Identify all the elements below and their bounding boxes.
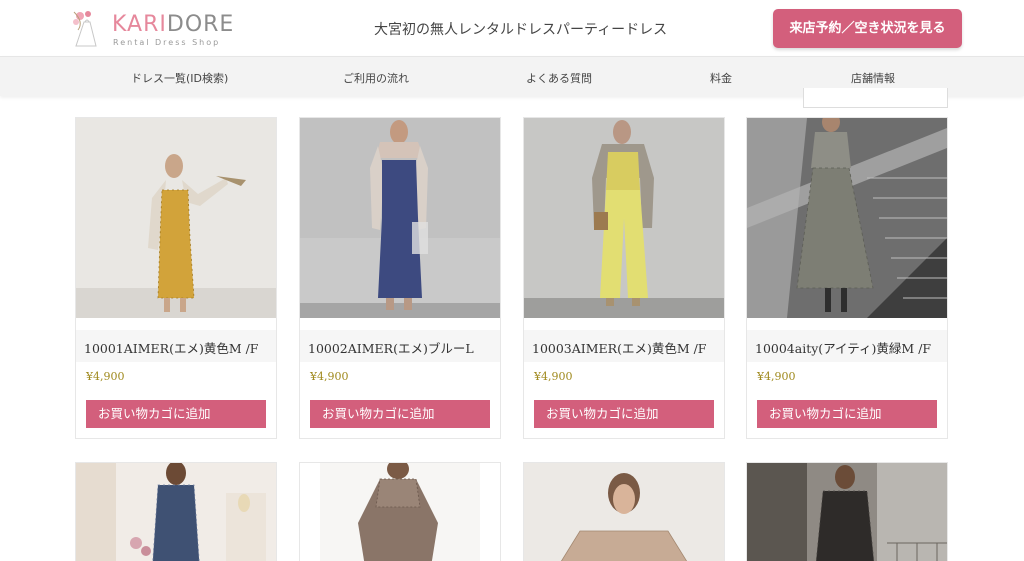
product-card: 10004aity(アイティ)黄緑M /F ¥4,900 お買い物カゴに追加 xyxy=(746,117,948,439)
product-name-bar: 10003AIMER(エメ)黄色M /F xyxy=(524,330,724,362)
product-name[interactable]: 10003AIMER(エメ)黄色M /F xyxy=(532,338,706,357)
product-card: 10002AIMER(エメ)ブルーL ¥4,900 お買い物カゴに追加 xyxy=(299,117,501,439)
nav-item-faq[interactable]: よくある質問 xyxy=(526,70,592,86)
nav-item-flow[interactable]: ご利用の流れ xyxy=(343,70,409,86)
product-name-bar: 10004aity(アイティ)黄緑M /F xyxy=(747,330,947,362)
product-card: 10003AIMER(エメ)黄色M /F ¥4,900 お買い物カゴに追加 xyxy=(523,117,725,439)
add-to-cart-button[interactable]: お買い物カゴに追加 xyxy=(86,400,266,428)
product-price: ¥4,900 xyxy=(534,370,573,383)
add-to-cart-button[interactable]: お買い物カゴに追加 xyxy=(534,400,714,428)
product-image[interactable] xyxy=(76,118,276,318)
product-name[interactable]: 10004aity(アイティ)黄緑M /F xyxy=(755,338,931,357)
product-image[interactable] xyxy=(747,463,947,561)
product-image[interactable] xyxy=(524,118,724,318)
nav-item-dress-list[interactable]: ドレス一覧(ID検索) xyxy=(131,70,228,86)
add-to-cart-button[interactable]: お買い物カゴに追加 xyxy=(310,400,490,428)
logo-wordmark: KARIDORE xyxy=(112,12,235,37)
product-image[interactable] xyxy=(76,463,276,561)
product-price: ¥4,900 xyxy=(86,370,125,383)
site-tagline: 大宮初の無人レンタルドレスパーティードレス xyxy=(374,22,668,38)
product-name[interactable]: 10002AIMER(エメ)ブルーL xyxy=(308,338,474,357)
product-card xyxy=(299,462,501,561)
shop-logo[interactable]: KARIDORE Rental Dress Shop xyxy=(66,8,236,50)
product-price: ¥4,900 xyxy=(757,370,796,383)
site-header: KARIDORE Rental Dress Shop 大宮初の無人レンタルドレス… xyxy=(0,0,1024,56)
product-image[interactable] xyxy=(300,463,500,561)
product-card: 10001AIMER(エメ)黄色M /F ¥4,900 お買い物カゴに追加 xyxy=(75,117,277,439)
sort-select[interactable] xyxy=(803,88,948,108)
nav-item-pricing[interactable]: 料金 xyxy=(710,70,732,86)
product-card xyxy=(746,462,948,561)
add-to-cart-button[interactable]: お買い物カゴに追加 xyxy=(757,400,937,428)
product-price: ¥4,900 xyxy=(310,370,349,383)
product-image[interactable] xyxy=(300,118,500,318)
logo-dress-icon xyxy=(73,11,97,47)
product-name-bar: 10002AIMER(エメ)ブルーL xyxy=(300,330,500,362)
product-name[interactable]: 10001AIMER(エメ)黄色M /F xyxy=(84,338,258,357)
nav-item-shop-info[interactable]: 店舗情報 xyxy=(851,70,895,86)
reservation-button[interactable]: 来店予約／空き状況を見る xyxy=(773,9,962,48)
logo-subtitle: Rental Dress Shop xyxy=(113,38,221,47)
product-card xyxy=(523,462,725,561)
product-image[interactable] xyxy=(747,118,947,318)
product-image[interactable] xyxy=(524,463,724,561)
product-card xyxy=(75,462,277,561)
product-name-bar: 10001AIMER(エメ)黄色M /F xyxy=(76,330,276,362)
